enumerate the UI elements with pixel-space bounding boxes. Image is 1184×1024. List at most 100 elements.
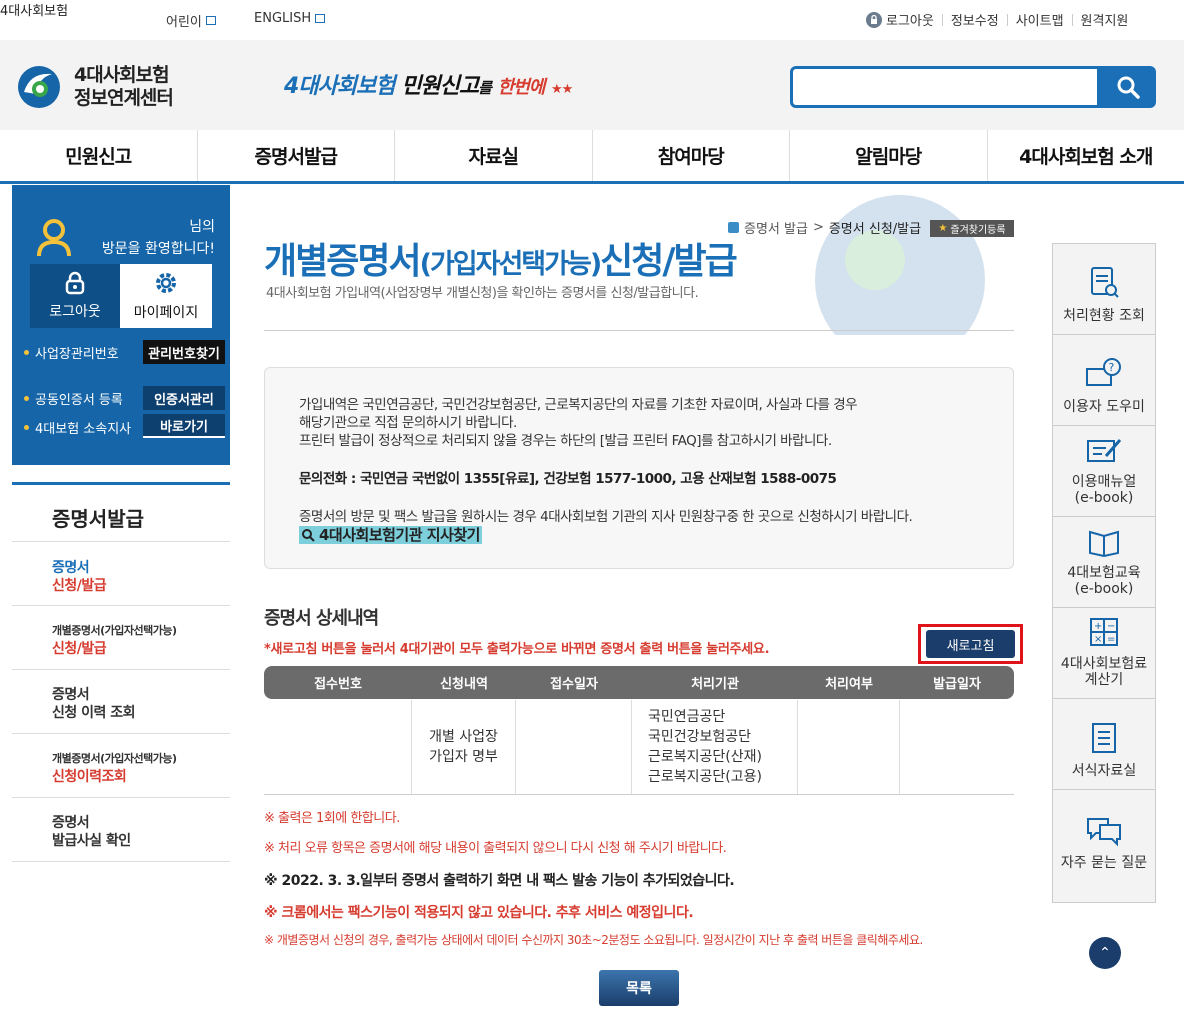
quick-item-forms[interactable]: 서식자료실 <box>1053 699 1155 790</box>
lnb-item-individual-request[interactable]: 개별증명서(가입자선택가능) 신청/발급 <box>12 606 230 670</box>
edit-info-link[interactable]: 정보수정 <box>951 10 999 29</box>
biz-no-label: 사업장관리번호 <box>24 343 119 362</box>
logout-link[interactable]: 로그아웃 <box>866 10 934 29</box>
logout-button[interactable]: 로그아웃 <box>30 264 120 328</box>
slogan-part1: 4대사회보험 <box>284 74 396 99</box>
slogan-part4: 한번에 <box>497 77 546 98</box>
mypage-button[interactable]: 마이페이지 <box>120 264 212 328</box>
english-link-label: ENGLISH <box>254 11 312 26</box>
nav-item-about[interactable]: 4대사회보험 소개 <box>988 130 1184 181</box>
lnb-item-line1: 개별증명서(가입자선택가능) <box>52 624 177 637</box>
search-input[interactable] <box>790 66 1100 108</box>
lnb-item-line2: 발급사실 확인 <box>52 833 131 849</box>
agency-name: 국민건강보험공단 <box>648 729 752 745</box>
edit-document-icon <box>1087 439 1122 462</box>
svg-text:×: × <box>1094 634 1102 645</box>
cell-issue-date <box>900 700 1014 794</box>
page-title: 개별증명서(가입자선택가능)신청/발급 <box>264 232 738 284</box>
biz-no-find-button[interactable]: 관리번호찾기 <box>143 340 225 364</box>
contact-phone: 문의전화 : 국민연금 국번없이 1355[유료], 건강보험 1577-100… <box>299 471 837 487</box>
welcome-suffix: 님의 <box>189 219 215 235</box>
lnb-title: 증명서발급 <box>12 482 230 542</box>
breadcrumb-level2: 증명서 신청/발급 <box>828 222 922 237</box>
book-icon <box>1089 530 1119 557</box>
agency-name: 근로복지공단(산재) <box>648 749 762 765</box>
lock-icon <box>65 271 85 295</box>
nav-item-certificate[interactable]: 증명서발급 <box>198 130 395 181</box>
quick-item-status[interactable]: 처리현황 조회 <box>1053 244 1155 335</box>
lnb-item-line2: 신청/발급 <box>52 641 107 657</box>
refresh-button[interactable]: 새로고침 <box>926 630 1015 658</box>
cell-status <box>798 700 900 794</box>
svg-text:?: ? <box>1109 361 1115 374</box>
branch-finder-link[interactable]: 4대사회보험기관 지사찾기 <box>299 526 482 544</box>
lnb-item-cert-request[interactable]: 증명서 신청/발급 <box>12 543 230 606</box>
favorite-button[interactable]: ★ 즐겨찾기등록 <box>930 220 1014 237</box>
detail-section-title: 증명서 상세내역 <box>264 608 379 629</box>
page-title-part1: 개별증명서 <box>264 241 422 282</box>
lock-icon <box>866 11 882 28</box>
cell-date <box>516 700 632 794</box>
chat-bubbles-icon <box>1087 818 1121 847</box>
kids-link-label: 어린이 <box>166 15 202 30</box>
english-link[interactable]: ENGLISH <box>254 11 326 26</box>
note-print-once: ※ 출력은 1회에 한합니다. <box>264 811 400 826</box>
column-header: 신청내역 <box>440 677 488 692</box>
lnb-item-line1: 증명서 <box>52 687 90 703</box>
star-icon: ★★ <box>551 82 573 97</box>
branch-label: 4대보험 소속지사 <box>24 418 131 437</box>
notice-line1: 가입내역은 국민연금공단, 국민건강보험공단, 근로복지공단의 자료를 기초한 … <box>299 397 858 413</box>
divider <box>941 13 943 26</box>
chevron-right-icon: > <box>812 220 824 235</box>
column-header: 접수번호 <box>314 677 362 692</box>
column-header: 접수일자 <box>550 677 598 692</box>
nav-item-participation[interactable]: 참여마당 <box>593 130 790 181</box>
logout-link-label: 로그아웃 <box>886 14 934 29</box>
note-wait-time: ※ 개별증명서 신청의 경우, 출력가능 상태에서 데이터 수신까지 30초~2… <box>264 933 923 947</box>
note-chrome-fax: ※ 크롬에서는 팩스기능이 적용되지 않고 있습니다. 추후 서비스 예정입니다… <box>264 905 694 921</box>
branch-go-button[interactable]: 바로가기 <box>143 414 225 438</box>
note-error-items: ※ 처리 오류 항목은 증명서에 해당 내용이 출력되지 않으니 다시 신청 해… <box>264 841 727 856</box>
quick-item-faq[interactable]: 자주 묻는 질문 <box>1053 790 1155 881</box>
favorite-button-label: 즐겨찾기등록 <box>950 225 1006 236</box>
welcome-message: 님의 방문을 환영합니다! <box>80 216 215 260</box>
new-window-icon <box>315 14 326 23</box>
nav-item-notice[interactable]: 알림마당 <box>790 130 988 181</box>
quick-item-label: 서식자료실 <box>1071 763 1137 779</box>
table-header: 접수번호 신청내역 접수일자 처리기관 처리여부 발급일자 <box>264 666 1014 699</box>
slogan-part3: 를 <box>478 79 492 97</box>
kids-link[interactable]: 어린이 <box>166 11 216 30</box>
site-logo-text[interactable]: 4대사회보험 정보연계센터 <box>74 64 174 110</box>
nav-item-library[interactable]: 자료실 <box>395 130 593 181</box>
quick-item-manual[interactable]: 이용매뉴얼 (e-book) <box>1053 426 1155 517</box>
notice-box: 가입내역은 국민연금공단, 국민건강보험공단, 근로복지공단의 자료를 기초한 … <box>264 367 1014 569</box>
svg-text:−: − <box>1107 621 1115 632</box>
scroll-top-button[interactable]: ⌃ <box>1089 937 1121 969</box>
lnb-item-cert-verify[interactable]: 증명서 발급사실 확인 <box>12 798 230 862</box>
quick-item-label: 자주 묻는 질문 <box>1060 855 1148 871</box>
quick-item-education[interactable]: 4대보험교육 (e-book) <box>1053 517 1155 608</box>
nav-item-complaint[interactable]: 민원신고 <box>0 130 198 181</box>
lnb-item-line2: 신청 이력 조회 <box>52 705 136 721</box>
search-button[interactable] <box>1100 66 1156 108</box>
quick-item-label: 처리현황 조회 <box>1063 308 1145 324</box>
cell-receipt-no <box>264 700 412 794</box>
remote-support-link[interactable]: 원격지원 <box>1081 10 1129 29</box>
user-icon <box>37 219 71 257</box>
logo-line2: 정보연계센터 <box>74 87 174 109</box>
notice-line3: 프린터 발급이 정상적으로 처리되지 않을 경우는 하단의 [발급 프린터 FA… <box>299 433 832 449</box>
lnb-item-individual-history[interactable]: 개별증명서(가입자선택가능) 신청이력조회 <box>12 734 230 798</box>
breadcrumb-level1[interactable]: 증명서 발급 <box>744 218 808 237</box>
cert-manage-button[interactable]: 인증서관리 <box>143 386 225 410</box>
list-button[interactable]: 목록 <box>599 970 679 1006</box>
quick-item-calculator[interactable]: + − × = 4대사회보험료 계산기 <box>1053 608 1155 699</box>
lnb-item-line2: 신청/발급 <box>52 578 107 594</box>
notice-visit: 증명서의 방문 및 팩스 발급을 원하시는 경우 4대사회보험 기관의 지사 민… <box>299 509 913 525</box>
lnb-item-cert-history[interactable]: 증명서 신청 이력 조회 <box>12 670 230 734</box>
sitemap-link[interactable]: 사이트맵 <box>1016 10 1064 29</box>
logo-line1: 4대사회보험 <box>74 64 170 86</box>
site-logo-icon[interactable] <box>16 64 62 110</box>
quick-item-label: 이용매뉴얼 (e-book) <box>1071 474 1137 506</box>
quick-item-helper[interactable]: ? 이용자 도우미 <box>1053 335 1155 426</box>
lnb-item-line1: 증명서 <box>52 815 90 831</box>
